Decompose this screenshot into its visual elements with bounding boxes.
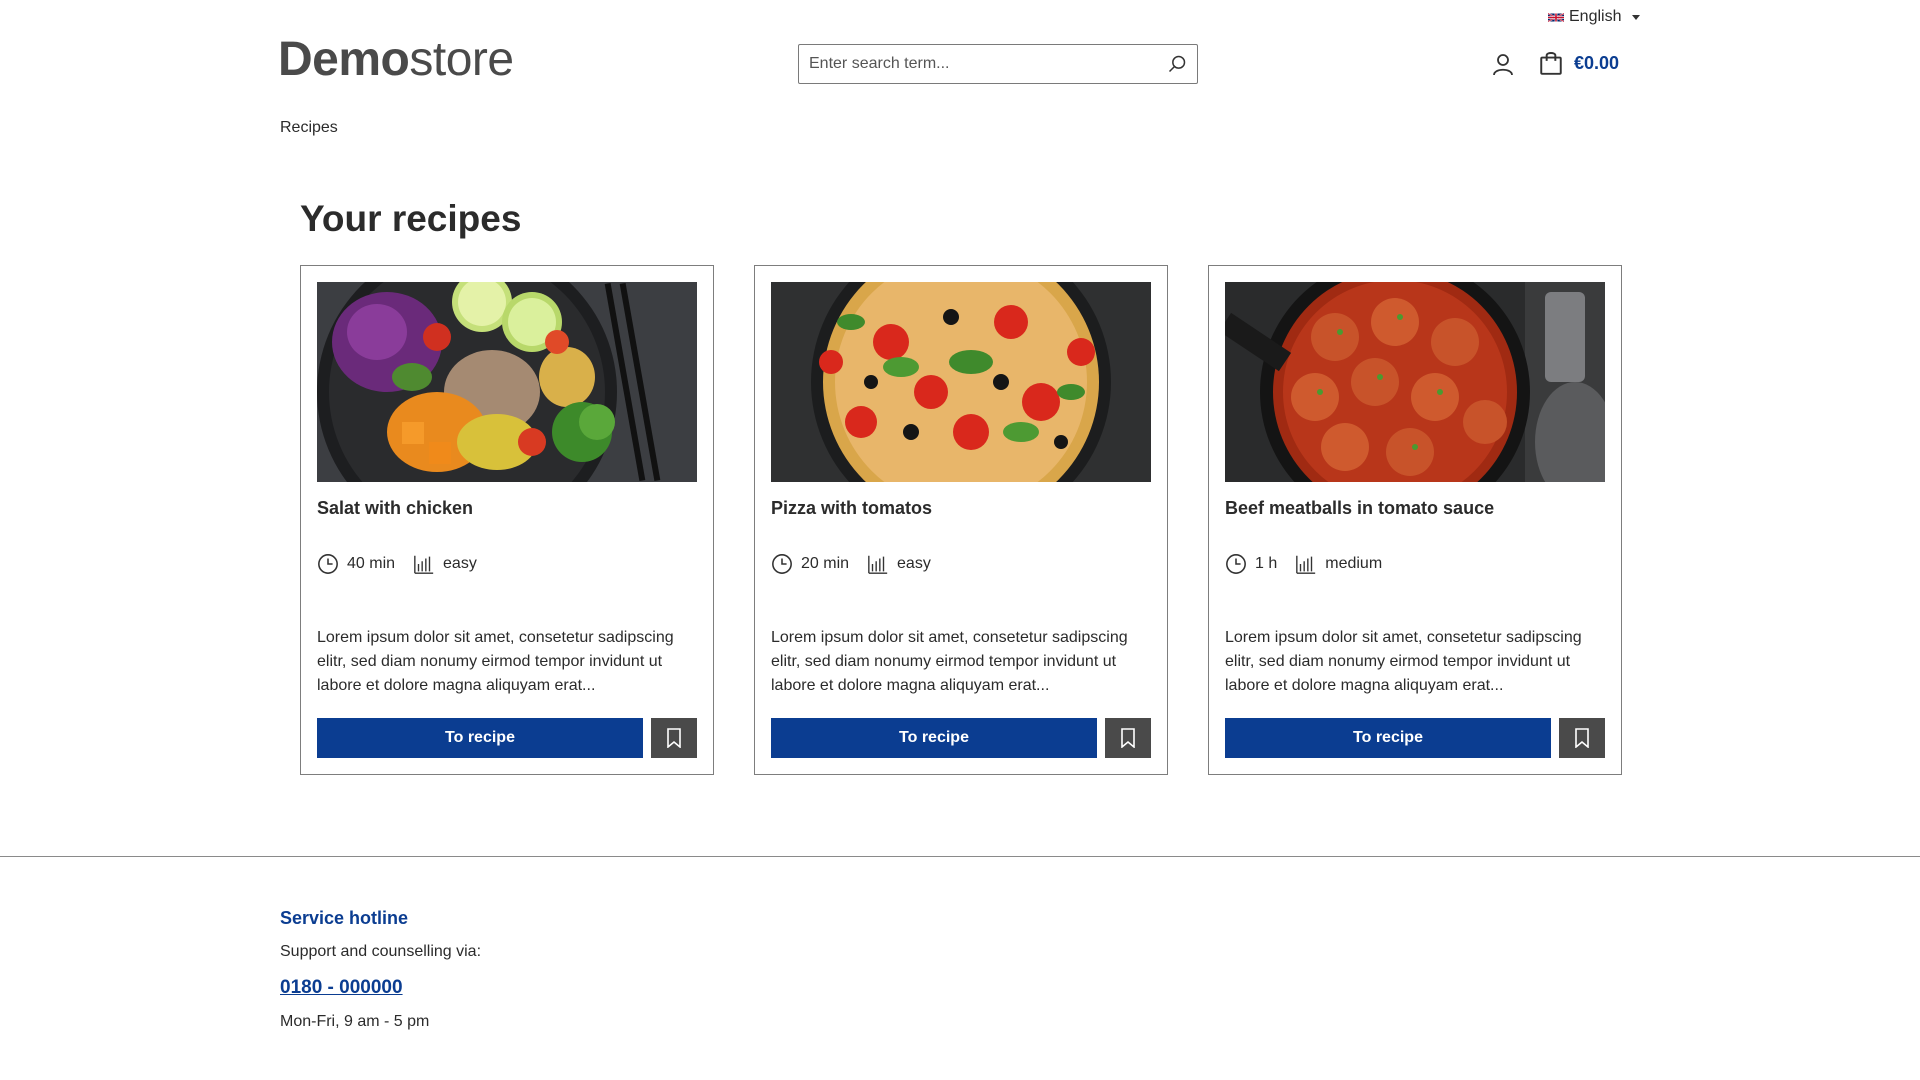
- service-hotline-title: Service hotline: [280, 908, 409, 928]
- to-recipe-button[interactable]: To recipe: [771, 718, 1097, 758]
- recipe-meta: 20 min easy: [771, 553, 1151, 575]
- clock-icon: [318, 554, 338, 574]
- recipe-time: 40 min: [347, 555, 396, 572]
- recipe-title[interactable]: Salat with chicken: [317, 498, 697, 519]
- to-recipe-button[interactable]: To recipe: [1225, 718, 1551, 758]
- store-logo[interactable]: Demostore: [278, 34, 514, 86]
- search-input[interactable]: [799, 45, 1157, 83]
- cart-total: €0.00: [1574, 52, 1620, 73]
- search-icon: [1168, 55, 1186, 73]
- recipe-list: Salat with chicken 40 min easy Lorem ips…: [300, 265, 1622, 775]
- hotline-phone-link[interactable]: 0180 - 000000: [280, 977, 403, 999]
- recipe-actions: To recipe: [317, 718, 697, 758]
- language-label: English: [1569, 8, 1622, 25]
- support-text: Support and counselling via:: [280, 943, 482, 960]
- breadcrumb[interactable]: Recipes: [280, 119, 338, 137]
- uk-flag-icon: [1548, 12, 1564, 22]
- difficulty-bars-icon: [1296, 555, 1316, 574]
- recipe-difficulty: easy: [897, 555, 931, 572]
- bookmark-button[interactable]: [1105, 718, 1151, 758]
- bookmark-icon: [667, 728, 681, 748]
- recipe-difficulty: easy: [443, 555, 477, 572]
- cart-button[interactable]: €0.00: [1538, 50, 1619, 76]
- account-button[interactable]: [1491, 52, 1515, 76]
- recipe-meta: 40 min easy: [317, 553, 697, 575]
- bookmark-icon: [1121, 728, 1135, 748]
- recipe-description: Lorem ipsum dolor sit amet, consetetur s…: [317, 629, 674, 694]
- chevron-down-icon: [1632, 14, 1641, 20]
- clock-icon: [772, 554, 792, 574]
- recipe-meta: 1 h medium: [1225, 553, 1605, 575]
- recipe-card: Pizza with tomatos 20 min easy Lorem ips…: [754, 265, 1168, 775]
- to-recipe-button[interactable]: To recipe: [317, 718, 643, 758]
- clock-icon: [1226, 554, 1246, 574]
- footer-divider: [0, 856, 1920, 857]
- page-title: Your recipes: [300, 198, 522, 239]
- recipe-description: Lorem ipsum dolor sit amet, consetetur s…: [1225, 629, 1582, 694]
- recipe-description: Lorem ipsum dolor sit amet, consetetur s…: [771, 629, 1128, 694]
- difficulty-bars-icon: [868, 555, 888, 574]
- footer-service: Service hotline Support and counselling …: [280, 908, 481, 1031]
- bookmark-button[interactable]: [1559, 718, 1605, 758]
- language-selector[interactable]: English: [1548, 8, 1641, 26]
- recipe-difficulty: medium: [1325, 555, 1383, 572]
- bookmark-button[interactable]: [651, 718, 697, 758]
- recipe-card: Beef meatballs in tomato sauce 1 h mediu…: [1208, 265, 1622, 775]
- difficulty-bars-icon: [414, 555, 434, 574]
- recipe-time: 20 min: [801, 555, 850, 572]
- bookmark-icon: [1575, 728, 1589, 748]
- recipe-time: 1 h: [1255, 555, 1278, 572]
- search-bar: [798, 44, 1198, 84]
- recipe-title[interactable]: Pizza with tomatos: [771, 498, 1151, 519]
- recipe-actions: To recipe: [1225, 718, 1605, 758]
- logo-bold-text: Demo: [278, 33, 410, 86]
- recipe-title[interactable]: Beef meatballs in tomato sauce: [1225, 498, 1605, 519]
- recipe-image-pizza[interactable]: [771, 282, 1151, 482]
- service-hours: Mon-Fri, 9 am - 5 pm: [280, 1013, 430, 1030]
- recipe-image-salad[interactable]: [317, 282, 697, 482]
- recipe-image-meatballs[interactable]: [1225, 282, 1605, 482]
- user-icon: [1493, 54, 1513, 76]
- recipe-actions: To recipe: [771, 718, 1151, 758]
- logo-light-text: store: [409, 33, 514, 86]
- recipe-card: Salat with chicken 40 min easy Lorem ips…: [300, 265, 714, 775]
- shopping-bag-icon: [1540, 52, 1562, 75]
- search-button[interactable]: [1157, 45, 1197, 83]
